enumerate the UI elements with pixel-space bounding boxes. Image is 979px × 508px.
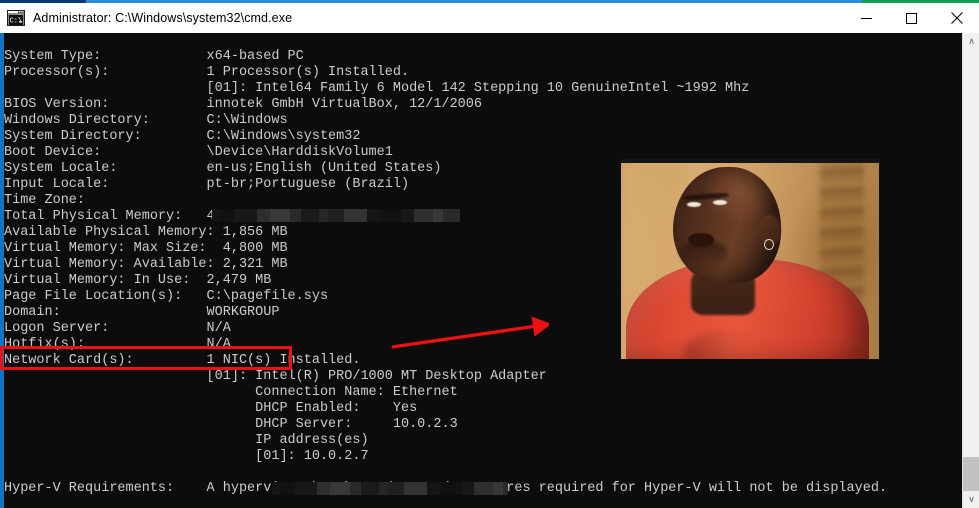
scrollbar-track[interactable] xyxy=(963,50,979,491)
photo-top-letterbox xyxy=(621,159,879,163)
cmd-window: C:\ Administrator: C:\Windows\system32\c… xyxy=(0,3,979,508)
titlebar[interactable]: C:\ Administrator: C:\Windows\system32\c… xyxy=(0,3,979,33)
console-output-area[interactable]: System Type: x64-based PC Processor(s): … xyxy=(0,33,979,508)
maximize-button[interactable] xyxy=(889,3,934,33)
time-zone-value-redaction xyxy=(212,209,460,222)
console-scrollbar[interactable]: ∧ ∨ xyxy=(962,33,979,508)
scroll-down-arrow-icon[interactable]: ∨ xyxy=(963,491,979,508)
photo-subject-chin xyxy=(680,241,727,267)
red-pointer-arrow xyxy=(391,316,549,349)
cmd-console-icon: C:\ xyxy=(7,10,25,26)
window-left-border xyxy=(0,33,4,508)
scrollbar-thumb[interactable] xyxy=(963,457,979,491)
window-title: Administrator: C:\Windows\system32\cmd.e… xyxy=(33,11,293,25)
minimize-button[interactable] xyxy=(844,3,889,33)
close-button[interactable] xyxy=(934,3,979,33)
photo-background xyxy=(621,159,879,359)
ip-extra-line-redaction xyxy=(272,482,508,495)
reaction-meme-photo[interactable] xyxy=(621,159,879,359)
hotfix-highlight-rectangle xyxy=(0,346,292,370)
window-controls xyxy=(844,3,979,33)
photo-shirt-shadow xyxy=(684,330,767,359)
screen-root: C:\ Administrator: C:\Windows\system32\c… xyxy=(0,0,979,508)
scroll-up-arrow-icon[interactable]: ∧ xyxy=(963,33,979,50)
